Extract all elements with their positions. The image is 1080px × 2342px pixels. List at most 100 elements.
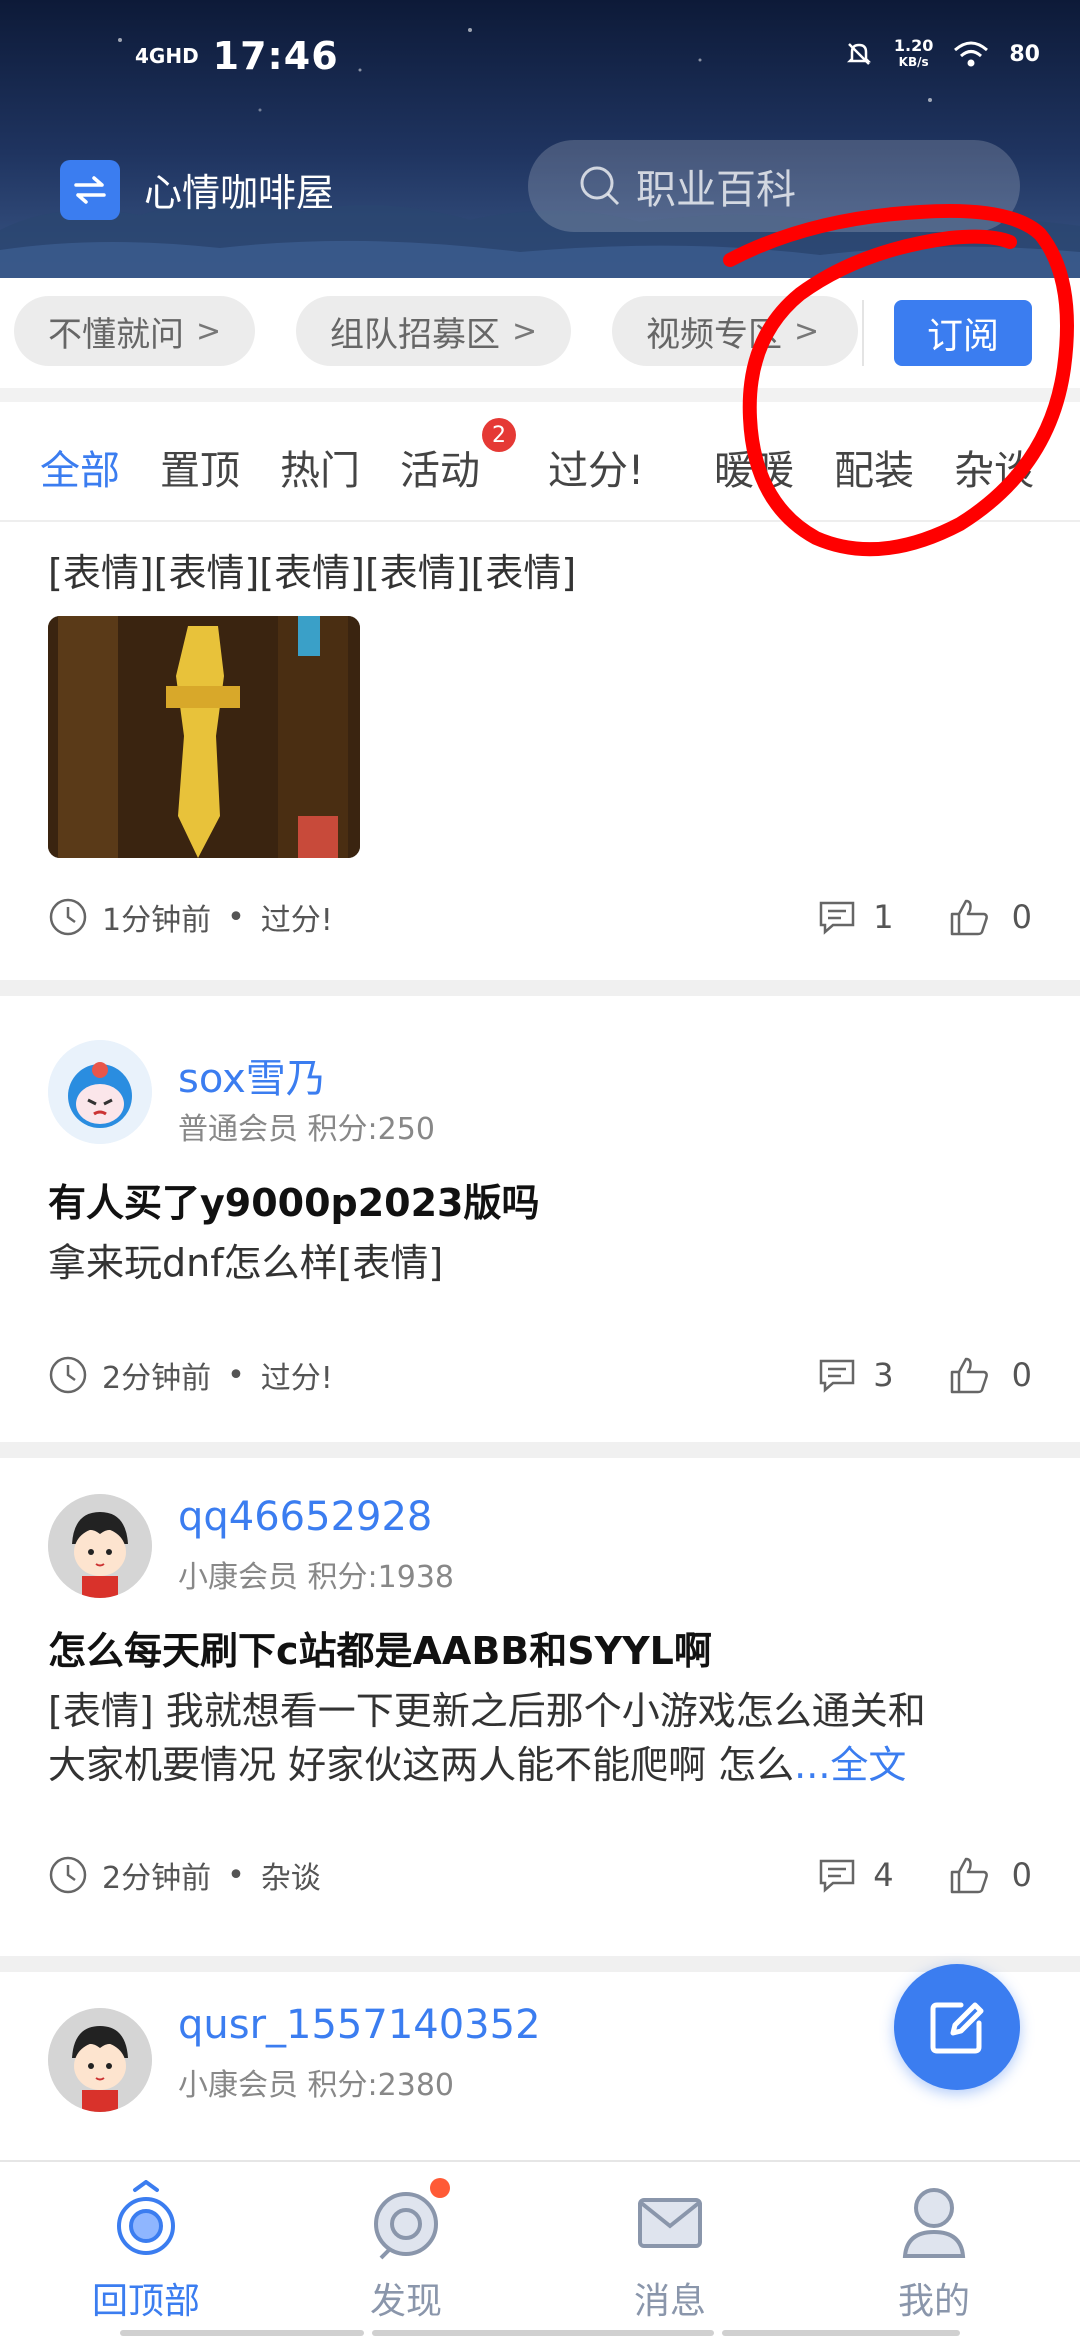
tab-chat[interactable]: 杂谈 [954,438,1034,496]
post-category: 过分! [260,903,333,938]
post-card[interactable]: qq46652928 小康会员 积分:1938 怎么每天刷下c站都是AABB和S… [0,1458,1080,1948]
like-button[interactable]: 0 [948,896,1032,938]
nav-label: 回顶部 [91,2281,200,2322]
clock-icon [49,1356,87,1394]
back-to-top-icon [117,2179,175,2255]
divider [862,300,864,366]
network-indicator: 4GHD [135,44,199,68]
clock: 17:46 [212,34,339,78]
thumbs-up-icon [950,1857,988,1894]
avatar[interactable] [48,1040,152,1144]
avatar-image [48,2008,152,2112]
gesture-bar [372,2330,714,2336]
divider [0,1956,1080,1972]
username[interactable]: qq46652928 [178,1494,432,1540]
post-title[interactable]: 怎么每天刷下c站都是AABB和SYYL啊 [48,1620,712,1675]
avatar[interactable] [48,2008,152,2112]
switch-forum-button[interactable] [60,160,120,220]
edit-icon [930,2002,984,2054]
post-feed[interactable]: [表情][表情][表情][表情][表情] 1分钟前 • 过分! 1 0 sox雪… [0,520,1080,2160]
mail-icon [638,2198,702,2248]
username[interactable]: qusr_1557140352 [178,2002,541,2048]
comment-icon [820,1359,855,1393]
avatar-image [48,1494,152,1598]
chevron-right-icon: > [794,313,820,349]
nav-messages[interactable]: 消息 [570,2180,770,2324]
post-meta: 1分钟前 • 过分! 1 0 [48,892,1032,942]
status-bar: 4GHD 17:46 1.20 KB/s 80 [0,0,1080,120]
comment-count: 1 [873,898,894,936]
like-count: 0 [1011,1356,1032,1394]
bottom-nav: 回顶部 发现 消息 我的 [0,2160,1080,2342]
chip-video[interactable]: 视频专区 > [612,296,858,366]
read-more-link[interactable]: ...全文 [794,1743,906,1787]
tab-excessive[interactable]: 过分! [548,438,644,496]
tab-build[interactable]: 配装 [834,438,914,496]
divider [0,388,1080,402]
username[interactable]: sox雪乃 [178,1046,326,1104]
tab-pinned[interactable]: 置顶 [160,438,240,496]
nav-back-to-top[interactable]: 回顶部 [46,2179,246,2324]
tab-warm[interactable]: 暖暖 [714,438,794,496]
post-body: 拿来玩dnf怎么样[表情] [48,1241,444,1285]
thumbs-up-icon [950,1357,988,1394]
post-body: 大家机要情况 好家伙这两人能不能爬啊 怎么...全文 [48,1743,907,1787]
search-bar[interactable]: 职业百科 [528,140,1020,232]
profile-icon [902,2188,966,2258]
tab-events[interactable]: 活动 [400,438,480,496]
header-banner: 4GHD 17:46 1.20 KB/s 80 心情咖啡屋 职业百科 [0,0,1080,278]
subforum-chip-row: 不懂就问 > 组队招募区 > 视频专区 > 订阅 [0,278,1080,388]
events-badge: 2 [482,418,516,452]
comment-count: 3 [873,1356,894,1394]
avatar[interactable] [48,1494,152,1598]
like-button[interactable]: 0 [948,1354,1032,1396]
chevron-right-icon: > [196,313,222,349]
compose-post-button[interactable] [894,1964,1020,2090]
clock-icon [49,898,87,936]
tab-all[interactable]: 全部 [40,438,120,496]
nav-profile[interactable]: 我的 [834,2180,1034,2324]
post-title[interactable]: 有人买了y9000p2023版吗 [48,1172,540,1227]
comment-count: 4 [873,1856,894,1894]
nav-label: 消息 [633,2281,706,2322]
like-button[interactable]: 0 [948,1854,1032,1896]
chevron-right-icon: > [512,313,538,349]
post-category: 杂谈 [260,1861,321,1896]
post-body: [表情] 我就想看一下更新之后那个小游戏怎么通关和 [48,1689,926,1733]
thumbs-up-icon [950,899,988,936]
like-count: 0 [1011,1856,1032,1894]
nav-discover[interactable]: 发现 [306,2180,506,2324]
nav-label: 发现 [369,2281,442,2322]
user-rank: 小康会员 积分:1938 [178,1560,455,1595]
post-card[interactable]: [表情][表情][表情][表情][表情] 1分钟前 • 过分! 1 0 [0,520,1080,980]
network-speed: 1.20 KB/s [893,36,934,70]
divider [0,1442,1080,1458]
post-image-art [48,616,360,858]
notification-dot [430,2178,450,2198]
comment-icon [820,1859,855,1893]
wifi-icon [954,41,989,67]
chip-question[interactable]: 不懂就问 > [14,296,256,366]
forum-title: 心情咖啡屋 [144,171,335,215]
tab-hot[interactable]: 热门 [280,438,360,496]
divider [0,980,1080,996]
comment-button[interactable]: 1 [817,897,894,937]
post-meta: 2分钟前 • 杂谈 4 0 [48,1850,1032,1900]
post-meta: 2分钟前 • 过分! 3 0 [48,1350,1032,1400]
chip-team-recruit[interactable]: 组队招募区 > [296,296,572,366]
comment-button[interactable]: 4 [817,1855,894,1895]
app-bar: 心情咖啡屋 职业百科 [0,140,1080,250]
clock-icon [49,1856,87,1894]
post-card[interactable]: sox雪乃 普通会员 积分:250 有人买了y9000p2023版吗 拿来玩dn… [0,996,1080,1426]
mute-bell-icon [846,43,871,65]
user-rank: 普通会员 积分:250 [178,1112,435,1147]
nav-label: 我的 [897,2281,970,2322]
search-placeholder: 职业百科 [636,167,796,213]
subscribe-button[interactable]: 订阅 [894,300,1032,366]
comment-button[interactable]: 3 [817,1355,894,1395]
comment-icon [820,901,855,935]
user-rank: 小康会员 积分:2380 [178,2068,455,2103]
post-image[interactable] [48,616,360,858]
gesture-bar [120,2330,364,2336]
post-time: 2分钟前 [102,1861,212,1896]
